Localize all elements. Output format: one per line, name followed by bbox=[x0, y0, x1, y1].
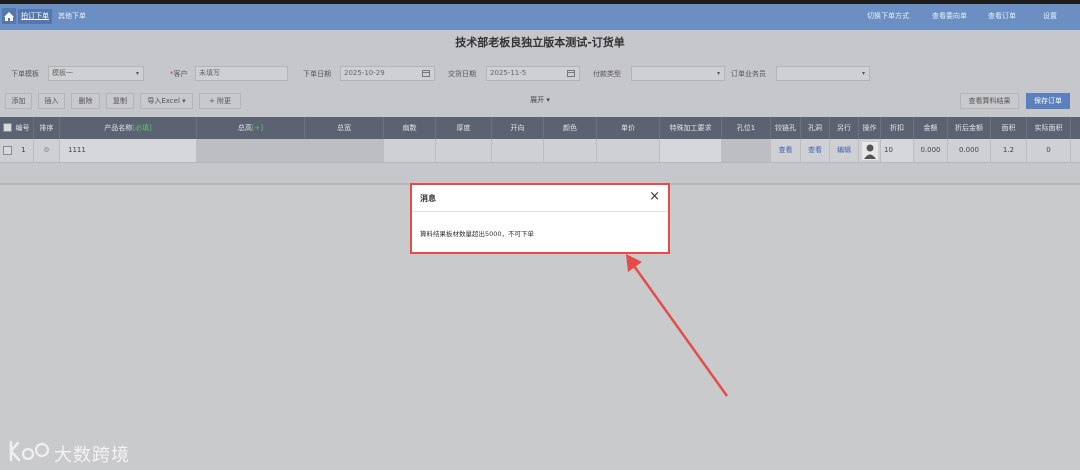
thickness-cell[interactable] bbox=[436, 139, 492, 162]
insert-button[interactable]: 插入 bbox=[38, 93, 65, 109]
table-header: 编号 排序 产品名称[必填] 总高[+] 总宽 扇数 厚度 开向 颜色 单价 特… bbox=[0, 117, 1080, 139]
header-color: 颜色 bbox=[544, 117, 597, 139]
customer-label: *客户 bbox=[170, 70, 188, 78]
header-total: 总高[+] bbox=[197, 117, 305, 139]
customer-value: 未填写 bbox=[199, 69, 220, 77]
header-no: 编号 bbox=[0, 117, 34, 139]
watermark-text: 大数跨境 bbox=[54, 445, 130, 466]
template-label: 下单模板 bbox=[11, 70, 39, 78]
header-op: 操作 bbox=[859, 117, 881, 139]
header-qty: 扇数 bbox=[384, 117, 436, 139]
message-dialog: 消息 × 算料结果板材数量超出5000，不可下单 bbox=[410, 183, 670, 254]
calendar-icon bbox=[422, 70, 430, 77]
row-checkbox[interactable] bbox=[3, 146, 12, 155]
header-edge-hole: 铰链孔 bbox=[771, 117, 801, 139]
salesman-select[interactable]: ▾ bbox=[776, 66, 870, 81]
dialog-header: 消息 × bbox=[412, 185, 668, 212]
tab-other-order[interactable]: 其他下单 bbox=[58, 9, 86, 24]
actual-area-cell: 0 bbox=[1027, 139, 1071, 162]
view-orders-link[interactable]: 查看订单 bbox=[988, 9, 1016, 24]
user-avatar-icon bbox=[861, 142, 878, 160]
settings-link[interactable]: 设置 bbox=[1043, 9, 1057, 24]
color-cell[interactable] bbox=[544, 139, 597, 162]
header-price: 单价 bbox=[597, 117, 660, 139]
header-product: 产品名称[必填] bbox=[60, 117, 197, 139]
close-icon[interactable]: × bbox=[649, 190, 660, 204]
attach-button[interactable]: + 附更 bbox=[199, 93, 241, 109]
op-cell[interactable] bbox=[859, 139, 881, 162]
delivery-date-value: 2025-11-5 bbox=[490, 69, 527, 77]
header-thickness: 厚度 bbox=[436, 117, 492, 139]
discount-amount-cell: 0.000 bbox=[948, 139, 991, 162]
order-date-field[interactable]: 2025-10-29 bbox=[340, 66, 435, 81]
header-handle-hole: 孔洞 bbox=[801, 117, 830, 139]
header-special: 特殊加工要求 bbox=[660, 117, 722, 139]
page-title: 技术部老板良独立版本测试-订货单 bbox=[455, 36, 625, 49]
expand-toggle[interactable]: 展开 ▾ bbox=[520, 95, 560, 105]
handle-hole-view-link[interactable]: 查看 bbox=[801, 139, 830, 162]
header-height: 总宽 bbox=[305, 117, 384, 139]
price-cell[interactable] bbox=[597, 139, 660, 162]
view-results-button[interactable]: 查看算料结果 bbox=[960, 93, 1019, 109]
product-name-cell[interactable]: 1111 bbox=[60, 139, 197, 162]
header-sort[interactable]: 排序 bbox=[34, 117, 60, 139]
header-hole: 孔位1 bbox=[722, 117, 771, 139]
chevron-down-icon: ▾ bbox=[135, 70, 139, 77]
area-cell: 1.2 bbox=[991, 139, 1027, 162]
qty-cell[interactable] bbox=[384, 139, 436, 162]
tab-order-booking[interactable]: 拍订下单 bbox=[18, 9, 52, 24]
header-opening: 开向 bbox=[492, 117, 544, 139]
select-all-checkbox[interactable] bbox=[3, 123, 12, 132]
top-navbar: 拍订下单 其他下单 切换下单方式 查看委向单 查看订单 设置 bbox=[0, 4, 1080, 30]
delivery-date-field[interactable]: 2025-11-5 bbox=[486, 66, 580, 81]
template-value: 模板一 bbox=[52, 69, 73, 77]
dialog-title: 消息 bbox=[420, 194, 436, 203]
row-no-cell: 1 bbox=[0, 139, 34, 162]
import-excel-button[interactable]: 导入Excel ▾ bbox=[140, 93, 193, 109]
gear-icon[interactable]: ⚙ bbox=[34, 139, 60, 162]
calendar-icon bbox=[567, 70, 575, 77]
view-delegated-orders-link[interactable]: 查看委向单 bbox=[932, 9, 967, 24]
discount-cell[interactable]: 10 bbox=[881, 139, 914, 162]
customer-field[interactable]: 未填写 bbox=[195, 66, 288, 81]
opening-cell[interactable] bbox=[492, 139, 544, 162]
add-button[interactable]: 添加 bbox=[5, 93, 32, 109]
header-amount: 金额 bbox=[914, 117, 948, 139]
delivery-date-label: 交货日期 bbox=[448, 70, 476, 78]
header-area: 面积 bbox=[991, 117, 1027, 139]
height-cell[interactable] bbox=[305, 139, 384, 162]
watermark-logo-icon bbox=[9, 440, 50, 462]
payment-type-select[interactable]: ▾ bbox=[631, 66, 725, 81]
header-actual-area: 实际面积 bbox=[1027, 117, 1071, 139]
header-window: 另行 bbox=[830, 117, 859, 139]
switch-order-mode-link[interactable]: 切换下单方式 bbox=[867, 9, 909, 24]
order-date-value: 2025-10-29 bbox=[344, 69, 385, 77]
chevron-down-icon: ▾ bbox=[861, 70, 865, 77]
copy-button[interactable]: 复制 bbox=[106, 93, 134, 109]
table-row: 1 ⚙ 1111 查看 查看 编辑 10 0.000 0.000 1.2 0 bbox=[0, 139, 1080, 163]
header-discount-amount: 折后金额 bbox=[948, 117, 991, 139]
chevron-down-icon: ▾ bbox=[716, 70, 720, 77]
total-cell[interactable] bbox=[197, 139, 305, 162]
delete-button[interactable]: 删除 bbox=[71, 93, 100, 109]
amount-cell: 0.000 bbox=[914, 139, 948, 162]
payment-type-label: 付款类型 bbox=[593, 70, 621, 78]
order-date-label: 下单日期 bbox=[303, 70, 331, 78]
header-discount: 折扣 bbox=[881, 117, 914, 139]
window-edit-link[interactable]: 编辑 bbox=[830, 139, 859, 162]
home-icon[interactable] bbox=[2, 8, 16, 24]
edge-hole-view-link[interactable]: 查看 bbox=[771, 139, 801, 162]
save-order-button[interactable]: 保存订单 bbox=[1026, 93, 1070, 109]
salesman-label: 订单业务员 bbox=[731, 70, 766, 78]
special-cell[interactable] bbox=[660, 139, 722, 162]
dialog-message: 算料结果板材数量超出5000，不可下单 bbox=[420, 230, 535, 238]
hole-cell[interactable] bbox=[722, 139, 771, 162]
template-select[interactable]: 模板一 ▾ bbox=[48, 66, 144, 81]
